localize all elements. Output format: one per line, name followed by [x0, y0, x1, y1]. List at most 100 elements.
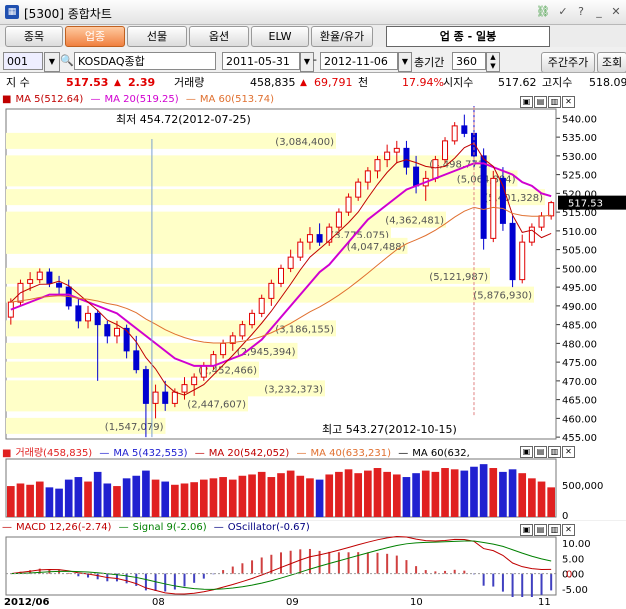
volume-bar [7, 486, 15, 517]
volume-bar [45, 487, 54, 517]
period-input[interactable]: 360 [452, 52, 486, 70]
volume-bar [55, 488, 63, 517]
end-date-input[interactable]: 2012-11-06 [320, 52, 398, 70]
minimize-icon[interactable]: _ [592, 5, 606, 19]
sector-code-input[interactable]: 001 [3, 52, 43, 70]
legend-ma5: MA 5(512.64) [15, 94, 84, 105]
index-value: 517.53 [66, 76, 109, 89]
candle-body [374, 159, 381, 172]
volume-profile-label: (2,447,607) [187, 399, 246, 410]
volume-bar [392, 474, 401, 517]
candle-body [393, 147, 400, 153]
query-bar: 001 ▼ 🔍 KOSDAQ종합 2011-05-31 ▼ - 2012-11-… [0, 50, 626, 73]
weekly-price-button[interactable]: 주간주가 [541, 52, 595, 73]
volume-bar [35, 481, 44, 517]
volume-bar [537, 481, 546, 517]
axis-tick-label: 530.00 [562, 152, 597, 163]
volume-bar [315, 479, 324, 517]
candle-body [335, 211, 342, 228]
volume-bar [479, 464, 488, 517]
start-date-input[interactable]: 2011-05-31 [222, 52, 300, 70]
volume-bar [257, 471, 266, 517]
macd-chart-panel[interactable]: 10.00 5.00 0.00 -5.00 0 — MACD 12,26(-2.74) —… [0, 521, 626, 597]
volume-profile-label: (2,452,466) [198, 366, 257, 377]
candle-body [519, 241, 526, 281]
link-icon[interactable]: ⛓ [536, 5, 550, 19]
search-icon[interactable]: 🔍 [60, 54, 74, 68]
volume-bar [171, 484, 179, 517]
volume-chart-panel[interactable]: 500,000 0 ■ 거래량(458,835) — MA 5(432,553) — M… [0, 443, 626, 520]
macd-panel-close-icon[interactable]: ✕ [562, 524, 575, 536]
axis-tick-label: 460.00 [562, 414, 597, 425]
help-icon[interactable]: ? [574, 5, 588, 19]
volume-bar [122, 478, 131, 517]
panel-close-icon[interactable]: ✕ [562, 96, 575, 108]
vol-panel-restore-icon[interactable]: ▣ [520, 446, 533, 458]
tab-options[interactable]: 옵션 [189, 26, 249, 47]
candle-body [258, 297, 265, 314]
open-value: 517.62 [498, 76, 537, 89]
price-chart-panel[interactable]: (3,084,400)(4,498,771)(5,064,884)(5,401,… [0, 93, 626, 443]
legend-marker: — [296, 448, 307, 459]
price-chart[interactable]: (3,084,400)(4,498,771)(5,064,884)(5,401,… [0, 93, 626, 443]
tab-futures[interactable]: 선물 [127, 26, 187, 47]
volume-bar [441, 468, 449, 517]
panel-export-icon[interactable]: ▥ [548, 96, 561, 108]
volume-bar [180, 483, 189, 517]
volume-bar [84, 481, 92, 517]
code-dropdown-icon[interactable]: ▼ [44, 52, 60, 72]
candle-body [355, 181, 362, 198]
tab-stock[interactable]: 종목 [5, 26, 63, 47]
legend-vol-ma5: MA 5(432,553) [113, 448, 188, 459]
volume-bar [16, 483, 25, 517]
candle-body [94, 312, 101, 326]
volume-ratio: 17.94% [402, 76, 444, 89]
tab-sector[interactable]: 업종 [65, 26, 125, 47]
candle-body [297, 241, 304, 258]
end-date-dropdown-icon[interactable]: ▼ [398, 52, 412, 72]
candle-body [480, 155, 487, 239]
volume-bar [354, 473, 363, 517]
tab-fx-oil[interactable]: 환율/유가 [311, 26, 373, 47]
close-icon[interactable]: ✕ [609, 5, 623, 19]
check-icon[interactable]: ✓ [556, 5, 570, 19]
query-button[interactable]: 조회 [597, 52, 626, 73]
vol-panel-export-icon[interactable]: ▥ [548, 446, 561, 458]
candle-body [152, 391, 159, 404]
candle-body [85, 312, 92, 322]
volume-bar [344, 469, 353, 517]
volume-bar [489, 468, 498, 517]
vol-panel-close-icon[interactable]: ✕ [562, 446, 575, 458]
volume-bar [228, 479, 237, 517]
macd-panel-restore-icon[interactable]: ▣ [520, 524, 533, 536]
volume-bar [373, 468, 382, 517]
period-stepper[interactable]: ▲ ▼ [486, 52, 500, 72]
candle-body [442, 140, 449, 161]
candle-body [528, 226, 535, 243]
volume-bar [113, 486, 121, 517]
volume-profile-label: (1,547,079) [105, 422, 164, 433]
candle-body [345, 196, 352, 213]
vol-panel-config-icon[interactable]: ▤ [534, 446, 547, 458]
legend-marker: — [213, 522, 224, 533]
volume-bar [93, 471, 102, 517]
time-label-aug: 08 [152, 597, 165, 608]
candle-body [384, 151, 391, 161]
panel-config-icon[interactable]: ▤ [534, 96, 547, 108]
volume-change: 69,791 [314, 76, 353, 89]
volume-bar [199, 479, 208, 517]
index-label: 지 수 [6, 76, 30, 89]
candle-body [133, 350, 140, 371]
candle-body [200, 365, 207, 378]
panel-restore-icon[interactable]: ▣ [520, 96, 533, 108]
start-date-dropdown-icon[interactable]: ▼ [300, 52, 314, 72]
legend-marker: — [99, 448, 110, 459]
macd-panel-export-icon[interactable]: ▥ [548, 524, 561, 536]
tab-elw[interactable]: ELW [251, 26, 309, 47]
candle-body [316, 234, 323, 243]
legend-marker: — [398, 448, 409, 459]
axis-tick-label: 455.00 [562, 433, 597, 443]
window-titlebar: ▦ [5300] 종합차트 ⛓ ✓ ? _ ✕ [0, 0, 626, 25]
volume-unit: 천 [358, 76, 369, 89]
macd-panel-config-icon[interactable]: ▤ [534, 524, 547, 536]
